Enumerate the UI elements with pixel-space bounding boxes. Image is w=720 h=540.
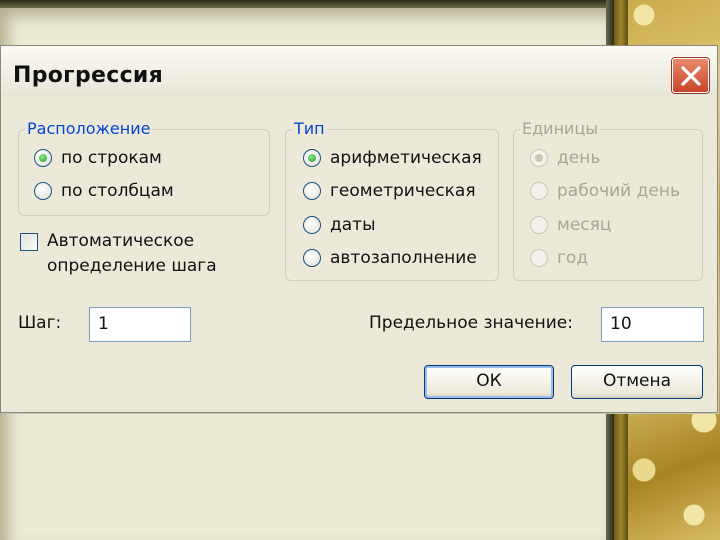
step-label: Шаг: bbox=[18, 313, 62, 333]
radio-circle bbox=[530, 149, 548, 167]
radio-dates-label: даты bbox=[330, 215, 376, 235]
radio-autofill-label: автозаполнение bbox=[330, 248, 477, 268]
auto-step-label-line2: определение шага bbox=[47, 256, 217, 276]
radio-circle bbox=[530, 182, 548, 200]
radio-by-columns[interactable]: по столбцам bbox=[34, 179, 174, 203]
radio-dates[interactable]: даты bbox=[303, 213, 376, 237]
radio-workday: рабочий день bbox=[530, 179, 680, 203]
type-legend: Тип bbox=[292, 118, 327, 140]
title-bar[interactable]: Прогрессия bbox=[1, 46, 717, 96]
cancel-button-label: Отмена bbox=[602, 371, 672, 391]
placement-legend: Расположение bbox=[25, 118, 153, 140]
radio-geometric[interactable]: геометрическая bbox=[303, 179, 476, 203]
step-input[interactable]: 1 bbox=[89, 307, 191, 342]
radio-arithmetic[interactable]: арифметическая bbox=[303, 146, 482, 170]
close-button[interactable] bbox=[672, 58, 709, 93]
radio-geometric-label: геометрическая bbox=[330, 181, 476, 201]
radio-workday-label: рабочий день bbox=[557, 181, 680, 201]
radio-day: день bbox=[530, 146, 600, 170]
radio-circle[interactable] bbox=[303, 149, 321, 167]
limit-input[interactable]: 10 bbox=[601, 307, 704, 342]
dialog-title: Прогрессия bbox=[13, 63, 164, 88]
radio-arithmetic-label: арифметическая bbox=[330, 148, 482, 168]
ok-button-label: ОК bbox=[476, 371, 502, 391]
close-icon bbox=[681, 66, 701, 86]
radio-by-columns-label: по столбцам bbox=[61, 181, 174, 201]
progression-dialog: Прогрессия Расположение по строкам по ст… bbox=[0, 45, 718, 413]
radio-circle[interactable] bbox=[303, 249, 321, 267]
ok-button[interactable]: ОК bbox=[424, 365, 554, 399]
radio-year-label: год bbox=[557, 248, 589, 268]
radio-autofill[interactable]: автозаполнение bbox=[303, 246, 477, 270]
radio-circle[interactable] bbox=[303, 216, 321, 234]
auto-step-checkbox[interactable] bbox=[20, 233, 38, 251]
auto-step-label-line1: Автоматическое bbox=[47, 231, 195, 251]
limit-label: Предельное значение: bbox=[369, 313, 573, 333]
radio-by-rows-label: по строкам bbox=[61, 148, 162, 168]
units-legend: Единицы bbox=[520, 118, 600, 140]
radio-circle[interactable] bbox=[34, 182, 52, 200]
radio-day-label: день bbox=[557, 148, 601, 168]
radio-circle[interactable] bbox=[34, 149, 52, 167]
radio-circle bbox=[530, 249, 548, 267]
radio-month-label: месяц bbox=[557, 215, 612, 235]
radio-by-rows[interactable]: по строкам bbox=[34, 146, 162, 170]
radio-circle[interactable] bbox=[303, 182, 321, 200]
cancel-button[interactable]: Отмена bbox=[571, 365, 703, 399]
radio-month: месяц bbox=[530, 213, 611, 237]
radio-circle bbox=[530, 216, 548, 234]
frame-edge-top bbox=[0, 0, 614, 8]
radio-year: год bbox=[530, 246, 588, 270]
